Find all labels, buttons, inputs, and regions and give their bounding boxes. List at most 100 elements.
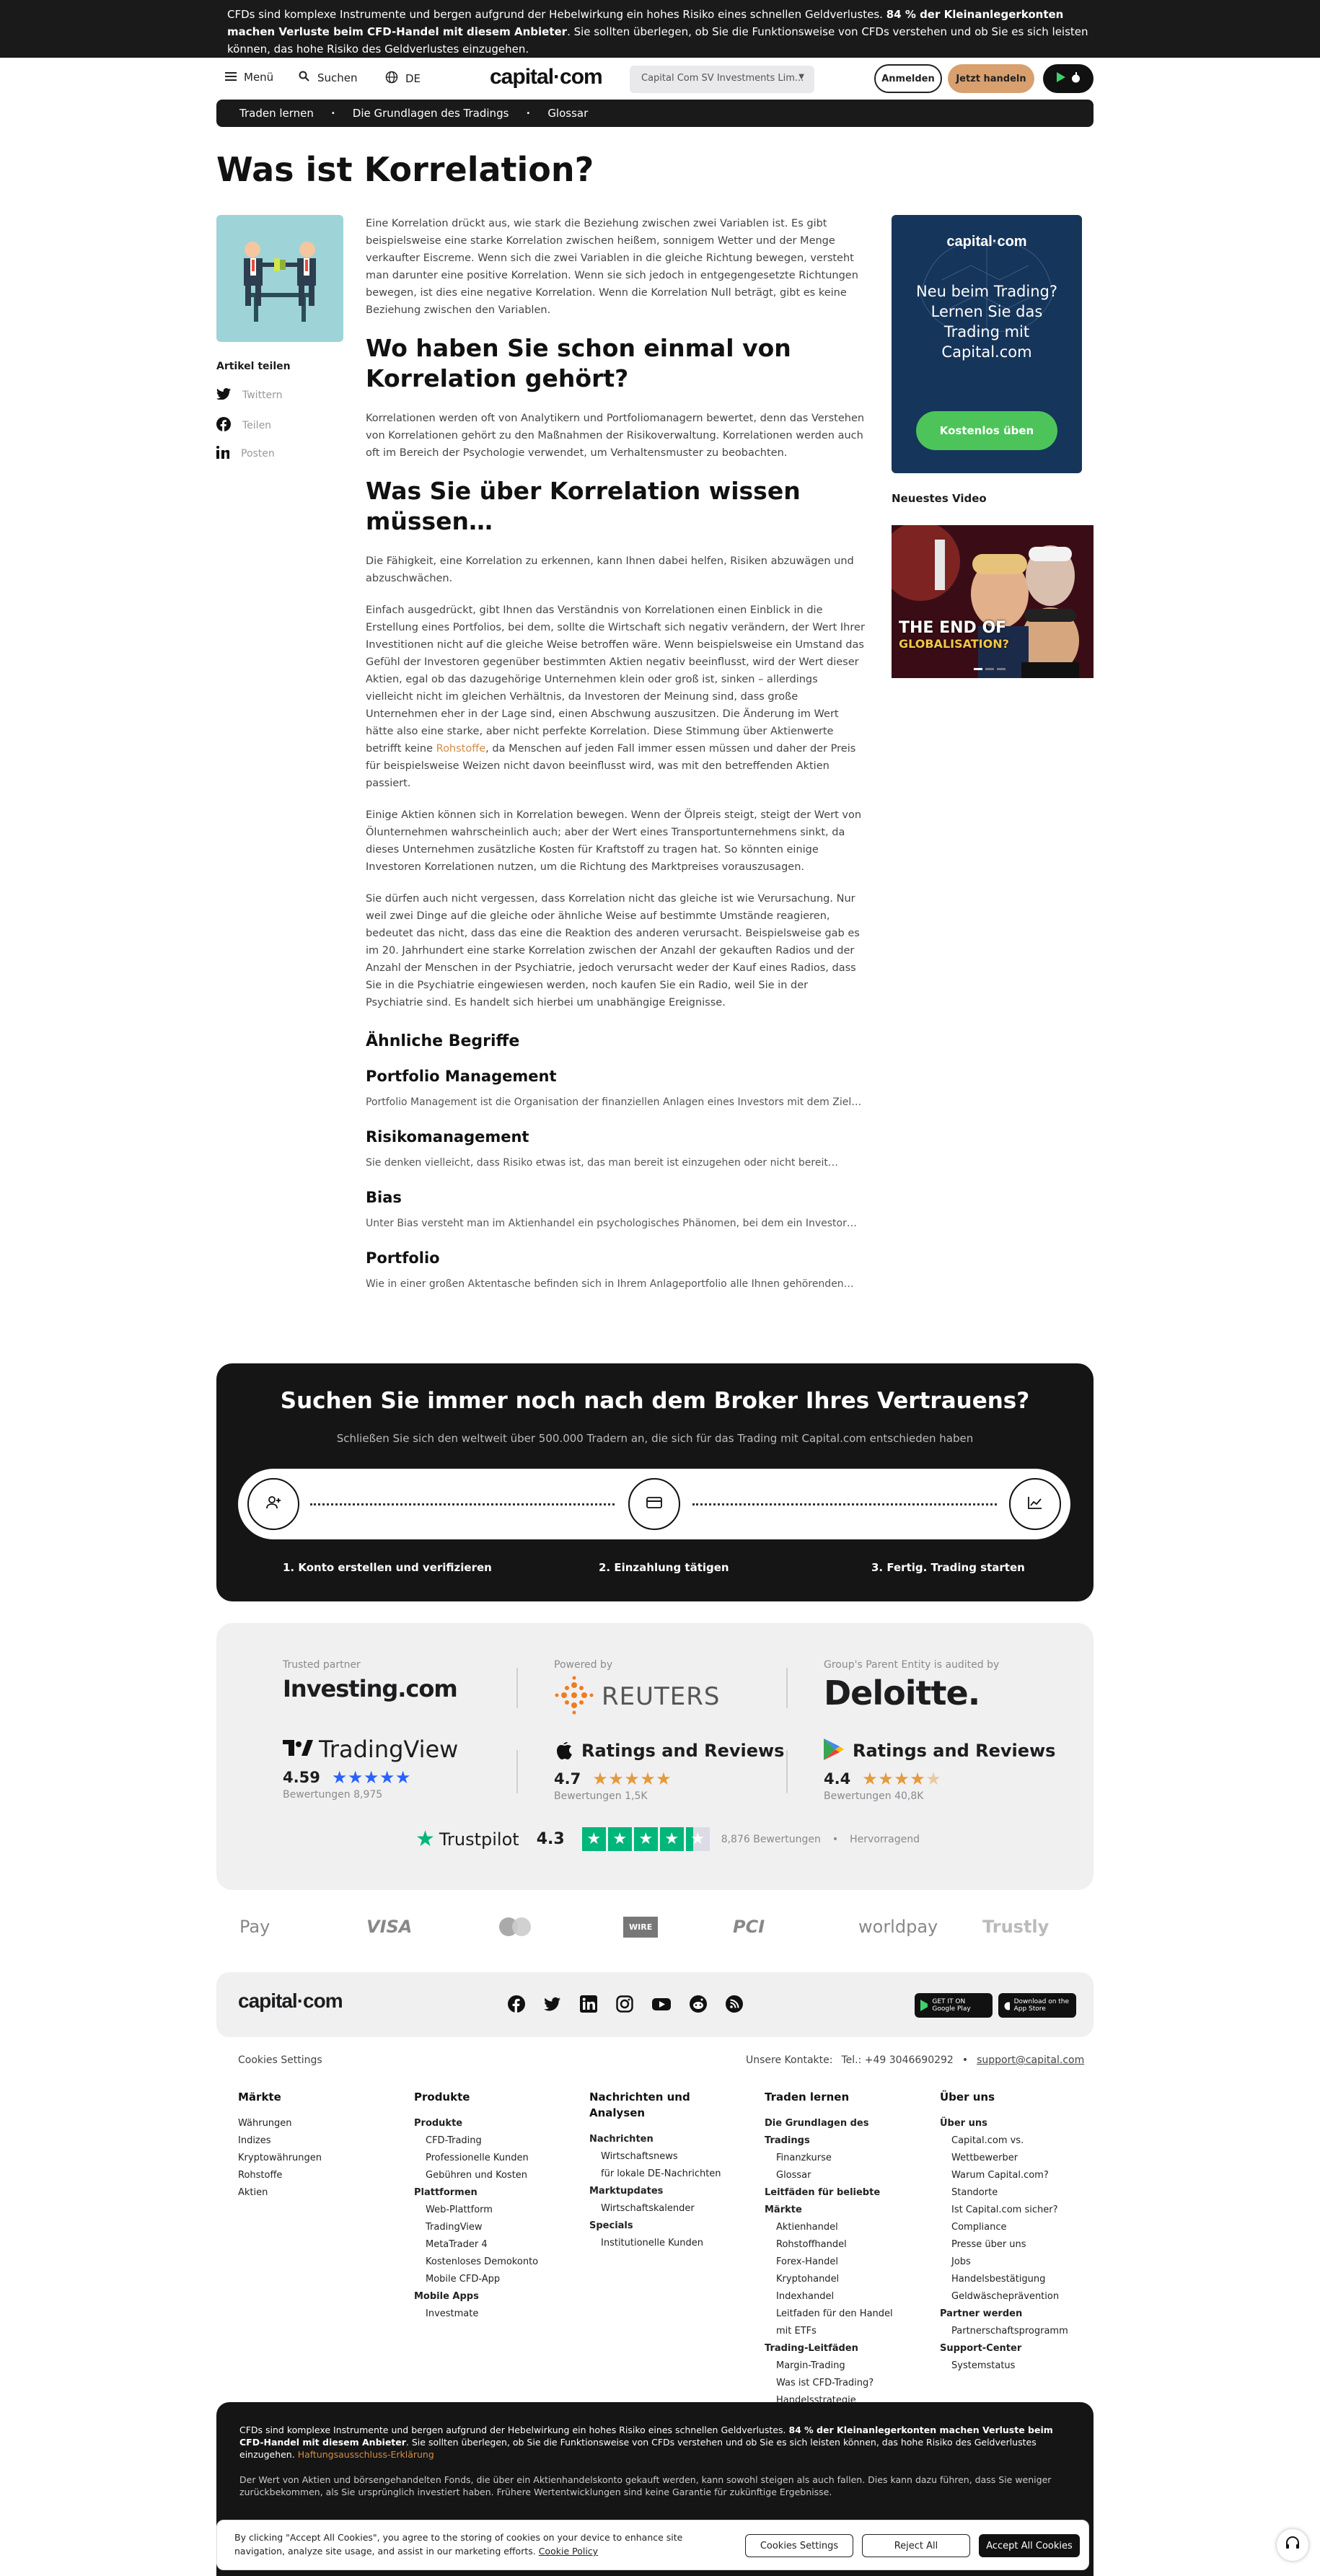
app-download-button[interactable] — [1043, 64, 1094, 93]
footer-subheading[interactable]: Nachrichten — [589, 2131, 741, 2148]
twitter-icon[interactable] — [544, 1995, 561, 2015]
breadcrumb-glossary[interactable]: Glossar — [547, 107, 588, 120]
step-register[interactable] — [247, 1478, 299, 1530]
linkedin-icon[interactable] — [580, 1995, 597, 2015]
youtube-icon[interactable] — [652, 1995, 671, 2015]
free-demo-button[interactable]: Kostenlos üben — [916, 411, 1057, 450]
footer-subheading[interactable]: Über uns — [940, 2115, 1084, 2132]
footer-link[interactable]: TradingView — [414, 2219, 566, 2236]
footer-subheading[interactable]: Marktupdates — [589, 2183, 741, 2200]
latest-video-thumbnail[interactable]: THE END OF GLOBALISATION? — [892, 525, 1094, 678]
reddit-icon[interactable] — [690, 1995, 707, 2015]
footer-link[interactable]: Standorte — [940, 2184, 1084, 2202]
footer-link[interactable]: Warum Capital.com? — [940, 2167, 1084, 2184]
share-twitter-label: Twittern — [242, 390, 283, 401]
footer-link[interactable]: Kryptowährungen — [238, 2150, 390, 2167]
footer-logo[interactable]: capital·com — [238, 1990, 343, 2013]
instagram-icon[interactable] — [616, 1995, 633, 2015]
contact-phone[interactable]: Tel.: +49 3046690292 — [841, 2054, 953, 2066]
trustpilot-stars: ★ ★ ★ ★ ★ — [581, 1827, 710, 1851]
footer-link[interactable]: Rohstoffhandel — [765, 2236, 909, 2254]
footer-link[interactable]: Systemstatus — [940, 2357, 1084, 2375]
footer-link[interactable]: Geldwäscheprävention — [940, 2288, 1084, 2305]
menu-button[interactable]: Menü — [225, 71, 273, 84]
footer-link[interactable]: Indizes — [238, 2132, 390, 2150]
step-deposit[interactable] — [628, 1478, 680, 1530]
footer-link[interactable]: Kryptohandel — [765, 2271, 909, 2288]
footer-link[interactable]: Was ist CFD-Trading? — [765, 2375, 909, 2392]
footer-link[interactable]: Aktien — [238, 2184, 390, 2202]
headset-icon — [1285, 2536, 1301, 2554]
footer-link[interactable]: Handelsbestätigung — [940, 2271, 1084, 2288]
share-twitter[interactable]: Twittern — [216, 388, 283, 403]
footer-link[interactable]: Capital.com vs. Wettbewerber — [940, 2132, 1084, 2167]
facebook-icon[interactable] — [508, 1995, 525, 2015]
step-trade[interactable] — [1009, 1478, 1061, 1530]
footer-link[interactable]: Währungen — [238, 2115, 390, 2132]
disclaimer-link[interactable]: Haftungsausschluss-Erklärung — [298, 2449, 434, 2460]
related-term[interactable]: Bias Unter Bias versteht man im Aktienhan… — [366, 1189, 868, 1232]
footer-link[interactable]: Kostenloses Demokonto — [414, 2254, 566, 2271]
footer-link[interactable]: Web-Plattform — [414, 2202, 566, 2219]
accept-all-button[interactable]: Accept All Cookies — [979, 2534, 1080, 2557]
apple-reviews: Bewertungen 1,5K — [554, 1790, 648, 1802]
footer-link[interactable]: Leitfaden für den Handel mit ETFs — [765, 2305, 909, 2340]
footer-link[interactable]: Wirtschaftsnews — [589, 2148, 741, 2166]
site-logo[interactable]: capital·com — [490, 65, 603, 89]
language-selector[interactable]: DE — [385, 71, 421, 87]
footer-link[interactable]: Ist Capital.com sicher? — [940, 2202, 1084, 2219]
footer-link[interactable]: MetaTrader 4 — [414, 2236, 566, 2254]
footer-link[interactable]: Compliance — [940, 2219, 1084, 2236]
footer-link[interactable]: Glossar — [765, 2167, 909, 2184]
footer-link[interactable]: Forex-Handel — [765, 2254, 909, 2271]
footer-link[interactable]: Jobs — [940, 2254, 1084, 2271]
search-button[interactable]: Suchen — [299, 71, 358, 85]
breadcrumb-basics[interactable]: Die Grundlagen des Tradings — [353, 107, 509, 120]
cookie-policy-link[interactable]: Cookie Policy — [539, 2546, 598, 2557]
footer-subheading[interactable]: Die Grundlagen des Tradings — [765, 2115, 909, 2150]
footer-subheading[interactable]: Specials — [589, 2217, 741, 2235]
video-caption-line2: GLOBALISATION? — [899, 637, 1009, 651]
footer-subheading[interactable]: Trading-Leitfäden — [765, 2340, 909, 2357]
footer-link[interactable]: Partnerschaftsprogramm — [940, 2323, 1084, 2340]
app-store-badge[interactable]: Download on the App Store — [998, 1993, 1076, 2018]
commodities-link[interactable]: Rohstoffe — [436, 743, 486, 755]
footer-link[interactable]: Professionelle Kunden — [414, 2150, 566, 2167]
reject-all-button[interactable]: Reject All — [862, 2534, 970, 2557]
footer-link[interactable]: Aktienhandel — [765, 2219, 909, 2236]
related-term[interactable]: Risikomanagement Sie denken vielleicht, d… — [366, 1128, 868, 1171]
cookies-settings-link[interactable]: Cookies Settings — [238, 2054, 322, 2066]
footer-link[interactable]: Investmate — [414, 2305, 566, 2323]
footer-subheading[interactable]: Mobile Apps — [414, 2288, 566, 2305]
menu-label: Menü — [244, 71, 274, 84]
footer-link[interactable]: Presse über uns — [940, 2236, 1084, 2254]
google-play-badge[interactable]: GET IT ON Google Play — [915, 1993, 993, 2018]
footer-link[interactable]: Finanzkurse — [765, 2150, 909, 2167]
footer-link[interactable]: Institutionelle Kunden — [589, 2235, 741, 2252]
footer-link[interactable]: Gebühren und Kosten — [414, 2167, 566, 2184]
support-chat-button[interactable] — [1277, 2529, 1308, 2561]
footer-subheading[interactable]: Leitfäden für beliebte Märkte — [765, 2184, 909, 2219]
footer-subheading[interactable]: Plattformen — [414, 2184, 566, 2202]
footer-link[interactable]: Margin-Trading — [765, 2357, 909, 2375]
related-term[interactable]: Portfolio Management Portfolio Management… — [366, 1068, 868, 1111]
related-term[interactable]: Portfolio Wie in einer großen Aktentasche… — [366, 1249, 868, 1293]
breadcrumb-learn[interactable]: Traden lernen — [239, 107, 314, 120]
trade-now-button[interactable]: Jetzt handeln — [948, 64, 1034, 93]
contact-email[interactable]: support@capital.com — [977, 2054, 1084, 2066]
footer-link[interactable]: Wirtschaftskalender — [589, 2200, 741, 2217]
footer-subheading[interactable]: Produkte — [414, 2115, 566, 2132]
footer-subheading[interactable]: Support-Center — [940, 2340, 1084, 2357]
share-facebook[interactable]: Teilen — [216, 417, 271, 434]
entity-selector[interactable]: Capital Com SV Investments Lim... ▼ — [630, 66, 814, 93]
footer-link[interactable]: Mobile CFD-App — [414, 2271, 566, 2288]
footer-link[interactable]: Indexhandel — [765, 2288, 909, 2305]
footer-link[interactable]: Rohstoffe — [238, 2167, 390, 2184]
login-button[interactable]: Anmelden — [874, 64, 942, 93]
footer-link[interactable]: CFD-Trading — [414, 2132, 566, 2150]
cookie-settings-button[interactable]: Cookies Settings — [745, 2534, 853, 2557]
footer-link[interactable]: für lokale DE-Nachrichten — [589, 2166, 741, 2183]
share-linkedin[interactable]: Posten — [216, 446, 275, 462]
footer-subheading[interactable]: Partner werden — [940, 2305, 1084, 2323]
rss-icon[interactable] — [726, 1995, 743, 2015]
